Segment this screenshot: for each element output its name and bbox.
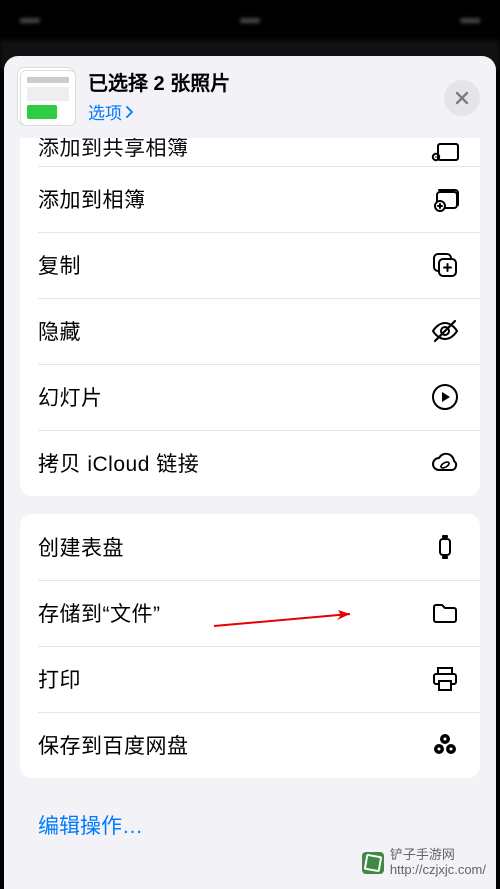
action-label: 拷贝 iCloud 链接 [38, 448, 428, 478]
close-button[interactable] [444, 80, 480, 116]
folder-icon [428, 596, 462, 630]
sheet-header: 已选择 2 张照片 选项 [4, 56, 496, 138]
close-icon [454, 90, 470, 106]
action-group: 添加到共享相簿 添加到相簿 复制 隐藏 [20, 138, 480, 496]
actions-scroll[interactable]: 添加到共享相簿 添加到相簿 复制 隐藏 [4, 138, 496, 889]
action-label: 添加到共享相簿 [38, 138, 428, 162]
selection-thumbnail[interactable] [20, 70, 76, 126]
watermark-line2: http://czjxjc.com/ [390, 863, 486, 877]
action-create-watch-face[interactable]: 创建表盘 [20, 514, 480, 580]
chevron-right-icon [126, 106, 134, 118]
options-label: 选项 [88, 99, 122, 124]
hide-icon [428, 314, 462, 348]
icloud-link-icon [428, 446, 462, 480]
share-sheet: 已选择 2 张照片 选项 添加到共享相簿 添加到相簿 [4, 56, 496, 889]
slideshow-icon [428, 380, 462, 414]
shared-album-icon [428, 138, 462, 162]
action-add-to-album[interactable]: 添加到相簿 [20, 166, 480, 232]
edit-actions-label: 编辑操作… [38, 815, 143, 838]
action-hide[interactable]: 隐藏 [20, 298, 480, 364]
album-add-icon [428, 182, 462, 216]
print-icon [428, 662, 462, 696]
action-label: 复制 [38, 250, 428, 280]
watch-face-icon [428, 530, 462, 564]
action-label: 添加到相簿 [38, 184, 428, 214]
action-save-to-files[interactable]: 存储到“文件” [20, 580, 480, 646]
action-group: 创建表盘 存储到“文件” 打印 [20, 514, 480, 778]
action-print[interactable]: 打印 [20, 646, 480, 712]
action-label: 幻灯片 [38, 382, 428, 412]
baidu-pan-icon [428, 728, 462, 762]
selection-title: 已选择 2 张照片 [88, 72, 432, 97]
action-label: 创建表盘 [38, 532, 428, 562]
options-link[interactable]: 选项 [88, 99, 134, 124]
action-slideshow[interactable]: 幻灯片 [20, 364, 480, 430]
action-save-to-baidu-pan[interactable]: 保存到百度网盘 [20, 712, 480, 778]
action-label: 隐藏 [38, 316, 428, 346]
action-copy-icloud-link[interactable]: 拷贝 iCloud 链接 [20, 430, 480, 496]
action-label: 保存到百度网盘 [38, 730, 428, 760]
watermark: 铲子手游网 http://czjxjc.com/ [362, 848, 486, 877]
action-copy[interactable]: 复制 [20, 232, 480, 298]
copy-icon [428, 248, 462, 282]
action-label: 打印 [38, 664, 428, 694]
status-bar: •••••••••••• [0, 0, 500, 40]
watermark-logo-icon [362, 852, 384, 874]
action-label: 存储到“文件” [38, 598, 428, 628]
watermark-line1: 铲子手游网 [390, 848, 486, 862]
action-add-to-shared-album[interactable]: 添加到共享相簿 [20, 138, 480, 166]
